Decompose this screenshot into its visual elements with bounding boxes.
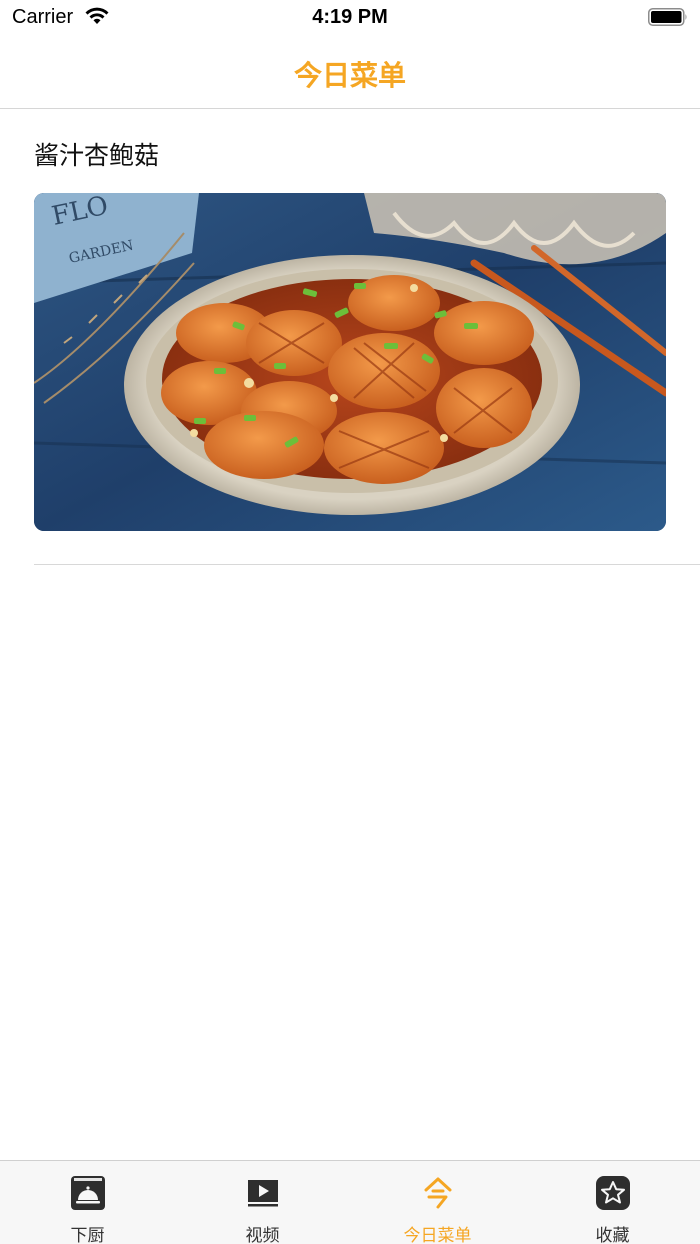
tab-cook[interactable]: 下厨 bbox=[0, 1161, 175, 1244]
recipe-image[interactable]: FLO GARDEN bbox=[34, 193, 666, 531]
recipe-photo: FLO GARDEN bbox=[34, 193, 666, 531]
navigation-bar: 今日菜单 bbox=[0, 36, 700, 109]
tab-label: 今日菜单 bbox=[403, 1226, 472, 1244]
tab-label: 视频 bbox=[245, 1226, 280, 1244]
recipe-title: 酱汁杏鲍菇 bbox=[34, 141, 160, 170]
status-time: 4:19 PM bbox=[312, 6, 388, 28]
tab-label: 下厨 bbox=[70, 1226, 105, 1244]
tab-bar: 下厨 视频 今日菜单 收藏 bbox=[0, 1160, 700, 1244]
video-play-icon bbox=[248, 1180, 278, 1207]
tab-favorites[interactable]: 收藏 bbox=[525, 1161, 700, 1244]
today-menu-icon bbox=[424, 1177, 452, 1209]
battery-icon bbox=[648, 8, 687, 26]
star-icon bbox=[596, 1176, 630, 1210]
status-bar: Carrier 4:19 PM bbox=[0, 0, 700, 36]
page-title: 今日菜单 bbox=[293, 59, 406, 92]
cell-divider bbox=[34, 564, 700, 565]
screen: Carrier 4:19 PM 今日菜单 酱汁杏鲍菇 FLO GARDEN 下厨… bbox=[0, 0, 700, 1244]
cloche-icon bbox=[71, 1176, 105, 1210]
tab-video[interactable]: 视频 bbox=[175, 1161, 350, 1244]
tab-today-menu[interactable]: 今日菜单 bbox=[350, 1161, 525, 1244]
tab-label: 收藏 bbox=[595, 1226, 630, 1244]
